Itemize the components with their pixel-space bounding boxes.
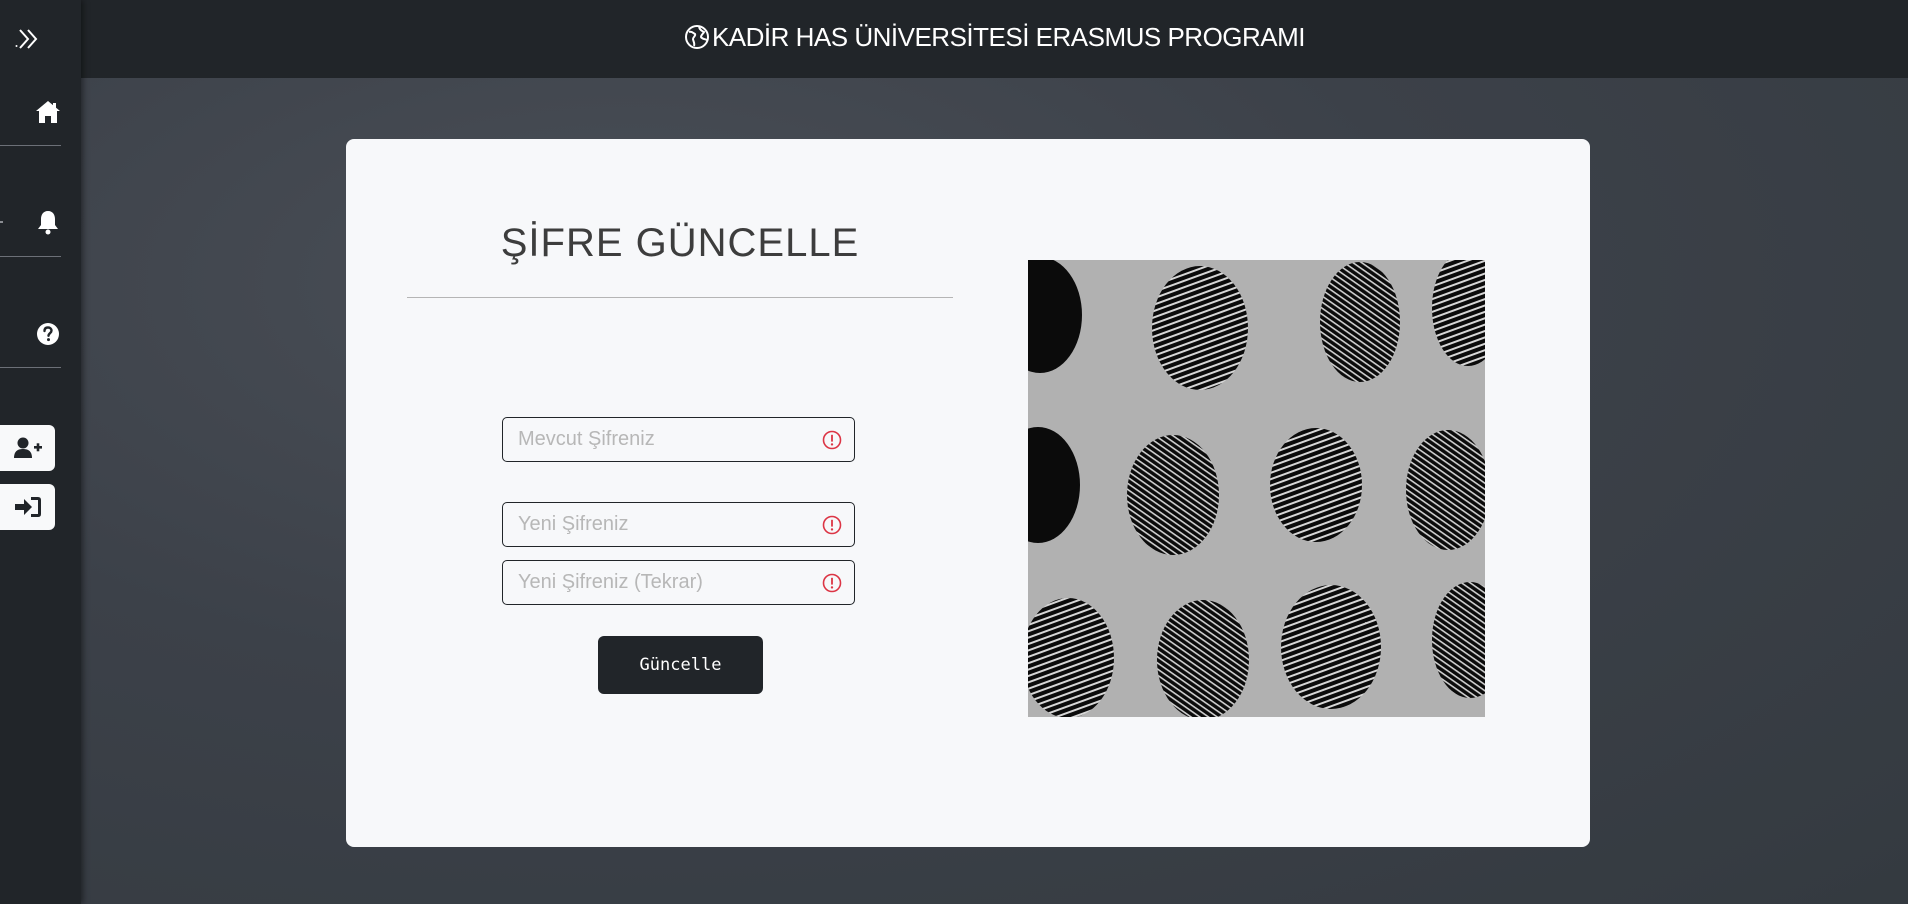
register-button[interactable] [0,425,55,471]
sidebar-divider [0,145,61,146]
top-bar: KADİR HAS ÜNİVERSİTESİ ERASMUS PROGRAMI [81,0,1908,78]
warning-icon [822,515,842,535]
sidebar-mark [0,221,3,223]
new-password-field[interactable] [502,502,855,547]
header-title: KADİR HAS ÜNİVERSİTESİ ERASMUS PROGRAMI [711,22,1306,52]
sidebar-item-help[interactable] [34,320,62,348]
sidebar-item-notifications[interactable] [34,208,62,236]
globe-icon [684,24,710,57]
user-plus-icon [14,437,42,458]
home-icon [36,101,60,123]
current-password-field[interactable] [502,417,855,462]
title-divider [407,297,953,298]
warning-icon [822,430,842,450]
current-password-input[interactable] [503,418,854,461]
new-password-input[interactable] [503,503,854,546]
sign-in-icon [15,497,41,517]
question-circle-icon [37,323,59,345]
page-header: KADİR HAS ÜNİVERSİTESİ ERASMUS PROGRAMI [81,22,1908,57]
sidebar-divider [0,256,61,257]
new-password-repeat-input[interactable] [503,561,854,604]
sidebar-toggle-button[interactable] [14,26,44,52]
password-card: ŞİFRE GÜNCELLE Güncelle [346,139,1590,847]
sidebar [0,0,81,904]
sidebar-item-home[interactable] [34,98,62,126]
sidebar-divider [0,367,61,368]
fingerprint-image [1028,260,1485,717]
bell-icon [38,211,58,235]
warning-icon [822,573,842,593]
update-button[interactable]: Güncelle [598,636,763,694]
login-button[interactable] [0,484,55,530]
form-title: ŞİFRE GÜNCELLE [500,221,860,265]
double-chevron-right-icon [15,29,38,49]
new-password-repeat-field[interactable] [502,560,855,605]
